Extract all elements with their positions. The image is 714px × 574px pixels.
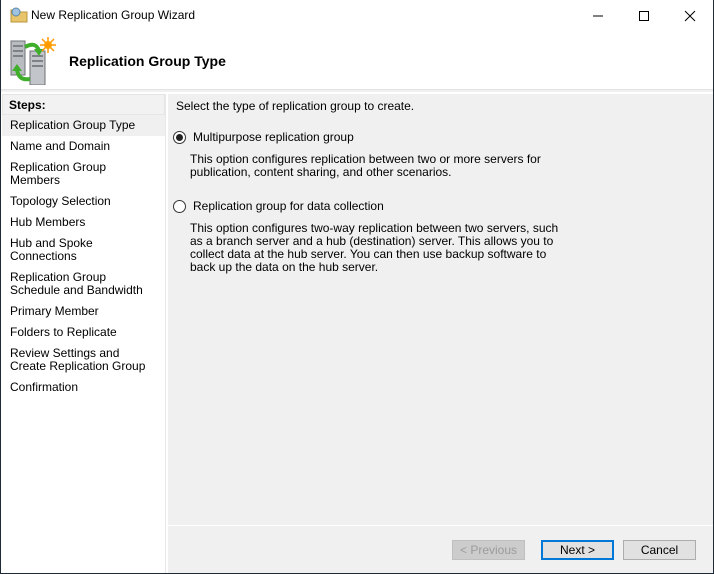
step-schedule-and-bandwidth[interactable]: Replication Group Schedule and Bandwidth [2, 267, 158, 301]
close-button[interactable] [667, 0, 713, 31]
option-multipurpose-label[interactable]: Multipurpose replication group [193, 130, 354, 144]
option-multipurpose[interactable]: Multipurpose replication group [173, 130, 354, 144]
steps-heading: Steps: [2, 94, 165, 115]
step-replication-group-type[interactable]: Replication Group Type [2, 115, 165, 136]
steps-panel: Steps: Replication Group Type Name and D… [2, 94, 166, 573]
header-divider [1, 89, 713, 92]
step-folders-to-replicate[interactable]: Folders to Replicate [2, 322, 165, 343]
replication-servers-icon [10, 37, 56, 85]
maximize-button[interactable] [621, 0, 667, 31]
wizard-footer: < Previous Next > Cancel [168, 526, 713, 573]
step-hub-members[interactable]: Hub Members [2, 212, 165, 233]
radio-data-collection[interactable] [173, 199, 186, 213]
radio-multipurpose[interactable] [173, 130, 186, 144]
option-data-collection[interactable]: Replication group for data collection [173, 199, 384, 213]
option-data-collection-label[interactable]: Replication group for data collection [193, 199, 384, 213]
wizard-window: New Replication Group Wizard Replication… [1, 0, 713, 573]
maximize-icon [639, 10, 649, 21]
step-review-settings[interactable]: Review Settings and Create Replication G… [2, 343, 158, 377]
step-name-and-domain[interactable]: Name and Domain [2, 136, 165, 157]
minimize-icon [593, 15, 603, 16]
minimize-button[interactable] [575, 0, 621, 31]
wizard-app-icon [10, 7, 28, 23]
content-panel: Select the type of replication group to … [168, 94, 713, 525]
cancel-button[interactable]: Cancel [623, 540, 696, 560]
instruction-text: Select the type of replication group to … [176, 99, 415, 113]
step-topology-selection[interactable]: Topology Selection [2, 191, 165, 212]
page-title: Replication Group Type [69, 53, 226, 69]
option-multipurpose-description: This option configures replication betwe… [190, 152, 541, 179]
title-bar[interactable]: New Replication Group Wizard [1, 0, 713, 31]
next-button[interactable]: Next > [541, 540, 614, 560]
previous-button[interactable]: < Previous [452, 540, 525, 560]
step-confirmation[interactable]: Confirmation [2, 377, 165, 398]
window-title: New Replication Group Wizard [31, 8, 196, 22]
option-data-collection-description: This option configures two-way replicati… [190, 221, 559, 274]
step-hub-and-spoke-connections[interactable]: Hub and Spoke Connections [2, 233, 165, 267]
step-replication-group-members[interactable]: Replication Group Members [2, 157, 165, 191]
step-primary-member[interactable]: Primary Member [2, 301, 165, 322]
wizard-header: Replication Group Type [1, 31, 713, 89]
close-icon [684, 10, 696, 21]
